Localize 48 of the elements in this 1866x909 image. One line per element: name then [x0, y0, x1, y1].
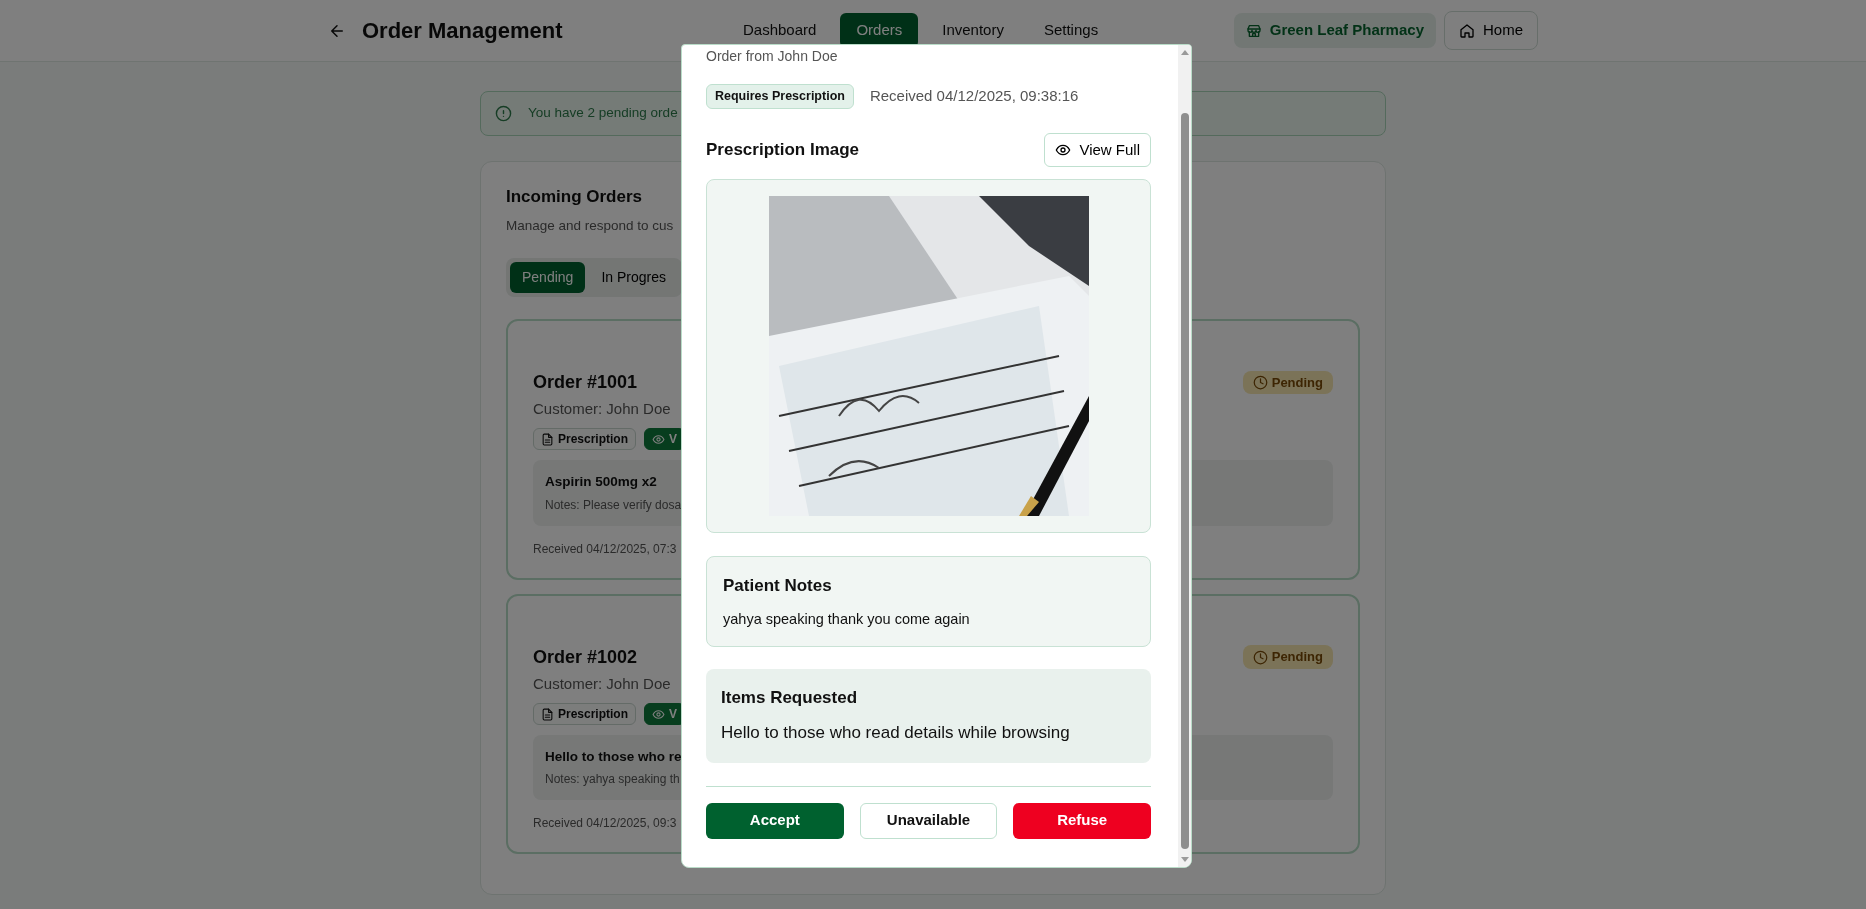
order-title: Order #1001	[533, 370, 638, 394]
eye-icon	[652, 432, 666, 446]
nav-tab[interactable]: Settings	[1027, 13, 1115, 48]
nav-tab[interactable]: Dashboard	[727, 13, 833, 48]
status-tab[interactable]: In Progres	[589, 261, 678, 293]
item-name: Hello to those who re	[545, 748, 682, 766]
scrollbar[interactable]	[1178, 45, 1191, 867]
section-heading: Patient Notes	[723, 575, 833, 598]
received-time: Received 04/12/2025, 07:3	[533, 540, 677, 558]
info-icon	[495, 105, 512, 122]
clock-icon	[1252, 649, 1268, 665]
prescription-chip: Prescription	[533, 428, 637, 451]
customer-name: Customer: John Doe	[533, 398, 671, 419]
alert-text: You have 2 pending orde	[528, 104, 678, 123]
page-title: Order Management	[362, 17, 563, 45]
items-text: Hello to those who read details while browsing	[721, 722, 1071, 744]
document-icon	[541, 707, 554, 721]
eye-icon	[1055, 142, 1072, 158]
view-full-button[interactable]: View Full	[1044, 132, 1151, 168]
unavailable-button[interactable]: Unavailable	[859, 802, 998, 839]
section-heading: Prescription Image	[706, 139, 860, 162]
accept-button[interactable]: Accept	[706, 802, 844, 839]
store-icon	[1245, 22, 1262, 39]
section-heading: Items Requested	[721, 686, 859, 709]
order-title: Order #1002	[533, 645, 638, 669]
home-icon	[1459, 22, 1475, 39]
eye-icon	[652, 707, 666, 721]
received-time: Received 04/12/2025, 09:3	[533, 815, 677, 833]
status-badge: Pending	[1242, 370, 1333, 394]
status-tab[interactable]: Pending	[510, 261, 586, 293]
patient-notes: yahya speaking thank you come again	[723, 609, 971, 629]
document-icon	[541, 432, 554, 446]
refuse-button[interactable]: Refuse	[1013, 802, 1151, 839]
status-badge: Pending	[1242, 645, 1333, 669]
item-notes: Notes: yahya speaking th	[545, 771, 680, 789]
pharmacy-badge: Green Leaf Pharmacy	[1233, 13, 1436, 48]
received-time: Received 04/12/2025, 09:38:16	[869, 86, 1079, 107]
clock-icon	[1252, 374, 1268, 390]
prescription-badge: Requires Prescription	[706, 84, 854, 109]
card-subtitle: Manage and respond to cus	[506, 216, 674, 235]
prescription-chip: Prescription	[533, 703, 637, 725]
item-notes: Notes: Please verify dosa	[545, 496, 682, 514]
customer-name: Customer: John Doe	[533, 673, 671, 694]
card-title: Incoming Orders	[506, 186, 643, 208]
item-name: Aspirin 500mg x2	[545, 473, 657, 492]
nav-tab[interactable]: Inventory	[926, 13, 1020, 48]
home-button[interactable]: Home	[1444, 11, 1538, 50]
dialog-title: Order from John Doe	[706, 48, 839, 64]
